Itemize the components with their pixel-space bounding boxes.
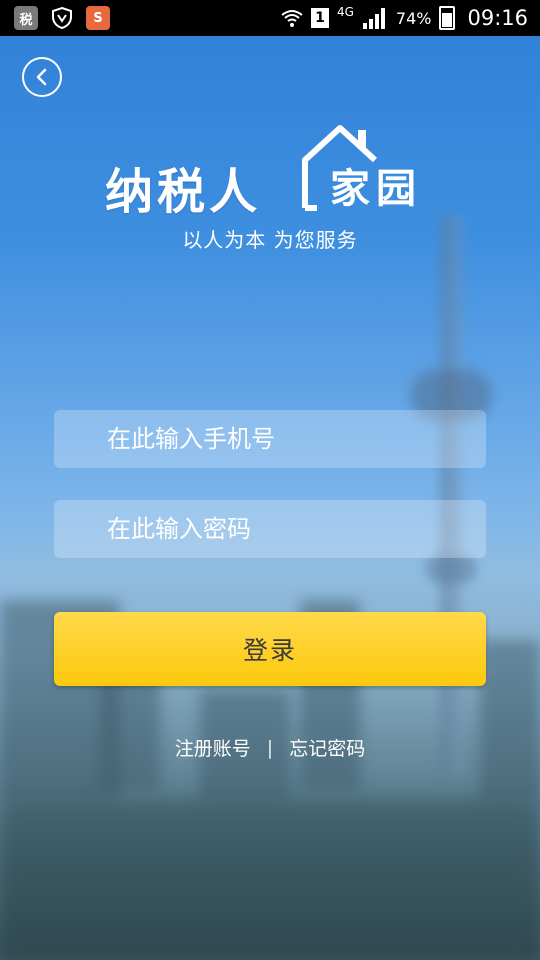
battery-percent: 74% bbox=[395, 8, 432, 28]
slogan: 以人为本 为您服务 bbox=[182, 228, 358, 252]
signal-icon bbox=[362, 8, 385, 29]
password-input[interactable] bbox=[54, 500, 486, 558]
back-button[interactable] bbox=[22, 57, 62, 97]
wifi-icon bbox=[281, 10, 303, 27]
password-field[interactable] bbox=[54, 500, 486, 558]
account-links: 注册账号 | 忘记密码 bbox=[0, 734, 540, 761]
register-link[interactable]: 注册账号 bbox=[175, 734, 251, 761]
network-type: 4G bbox=[336, 5, 354, 19]
battery-icon bbox=[439, 6, 456, 30]
shield-icon bbox=[52, 6, 72, 30]
clock: 09:16 bbox=[467, 6, 528, 30]
login-button[interactable]: 登录 bbox=[54, 612, 486, 686]
tax-app-notification-icon: 税 bbox=[14, 6, 38, 30]
login-screen: 税 S 1 4G 74% 09:16 纳税人 家园 以人为本 为您服务 在此输入… bbox=[0, 0, 540, 960]
chevron-left-icon bbox=[36, 68, 47, 86]
phone-input[interactable] bbox=[54, 410, 486, 468]
app-logo: 纳税人 家园 bbox=[105, 120, 440, 220]
status-bar: 税 S 1 4G 74% 09:16 bbox=[0, 0, 540, 36]
forgot-password-link[interactable]: 忘记密码 bbox=[289, 734, 365, 761]
logo-title: 纳税人 bbox=[105, 164, 262, 220]
sogou-notification-icon: S bbox=[86, 6, 110, 30]
logo-title-home: 家园 bbox=[330, 166, 422, 212]
sim-slot-indicator: 1 bbox=[310, 8, 329, 28]
phone-field[interactable] bbox=[54, 410, 486, 468]
link-separator: | bbox=[266, 736, 274, 759]
